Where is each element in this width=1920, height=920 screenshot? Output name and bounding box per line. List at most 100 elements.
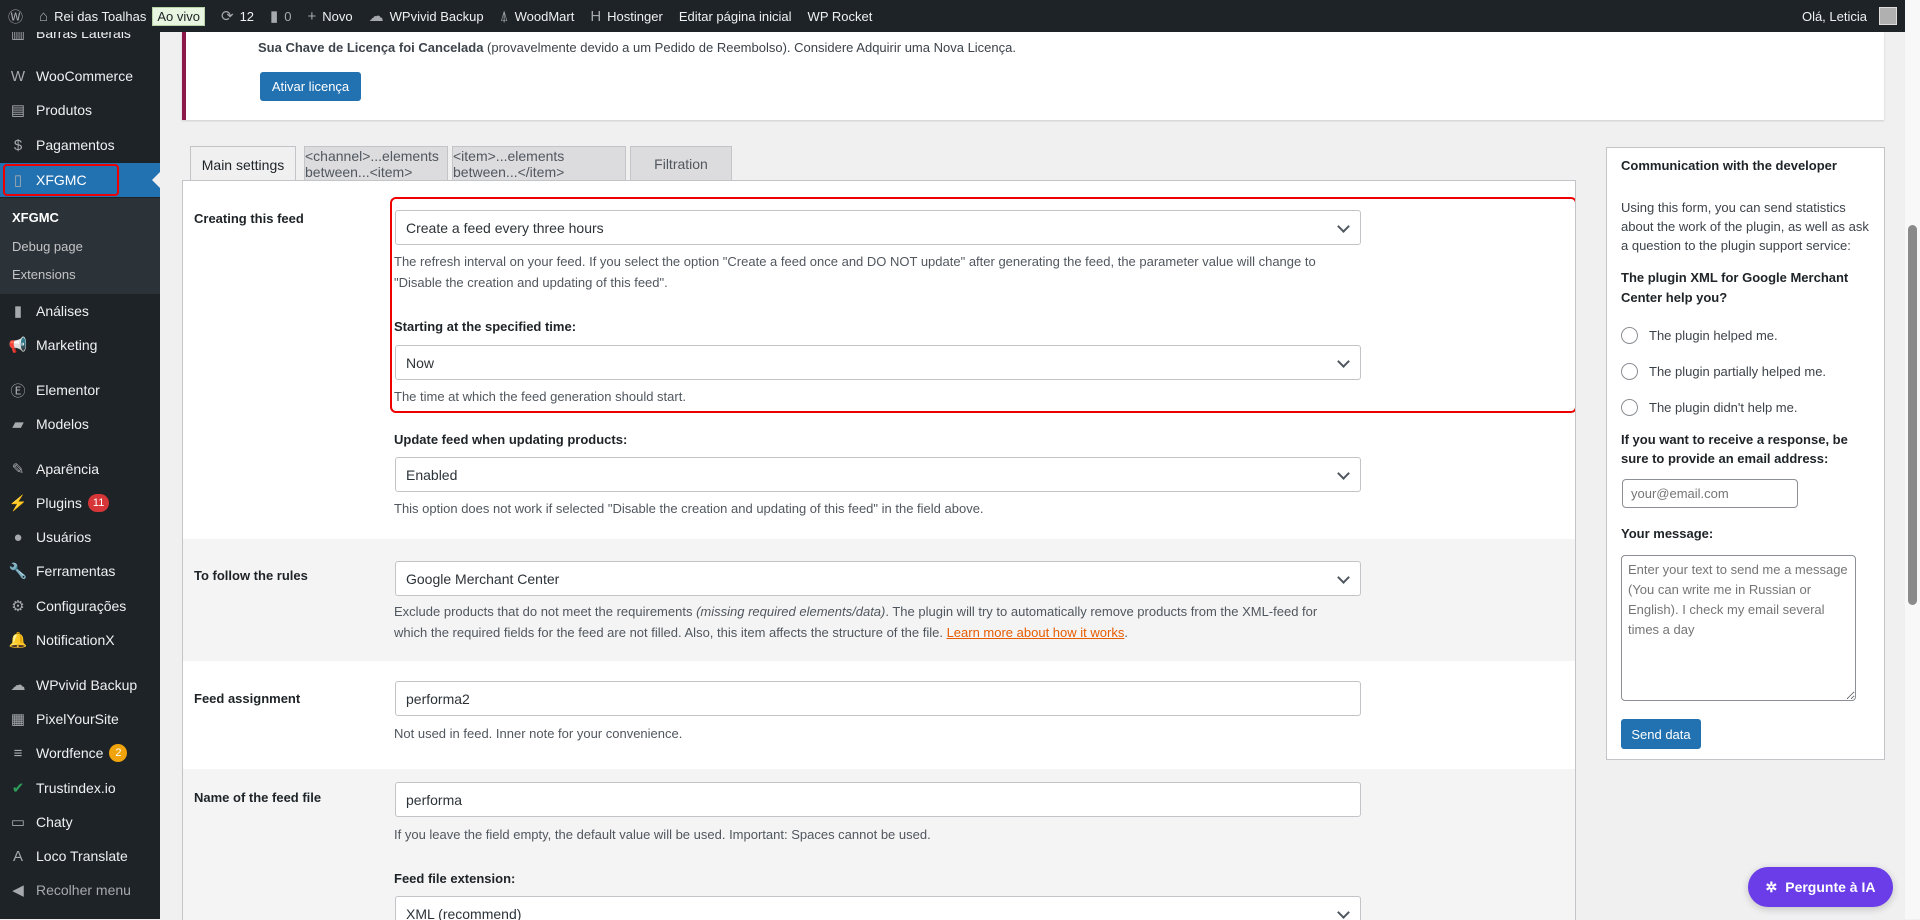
developer-contact-box: Communication with the developer Using t… — [1606, 147, 1885, 760]
row-follow-rules: To follow the rules Google Merchant Cent… — [183, 539, 1575, 661]
learn-more-link[interactable]: Learn more about how it works — [947, 625, 1125, 640]
developer-intro: Using this form, you can send statistics… — [1621, 200, 1869, 253]
sidebar-item-pixelyoursite[interactable]: ▦ PixelYourSite — [0, 702, 160, 736]
ask-ai-button[interactable]: ✲ Pergunte à IA — [1748, 867, 1893, 907]
message-label: Your message: — [1621, 526, 1714, 541]
admin-sidebar: XFGMC Debug page Extensions ▥ Barras Late… — [0, 32, 160, 919]
help-question: The plugin XML for Google Merchant Cente… — [1621, 270, 1849, 305]
scrollbar-thumb[interactable] — [1908, 225, 1917, 605]
sidebar-item-label: PixelYourSite — [36, 711, 119, 727]
new-content-link[interactable]: + Novo — [300, 0, 361, 32]
radio-helped[interactable] — [1621, 327, 1638, 344]
submenu-extensions[interactable]: Extensions — [12, 267, 76, 282]
sidebar-item-produtos[interactable]: ▤ Produtos — [0, 93, 160, 127]
tab-channel-elements[interactable]: <channel>...elements between...<item> — [304, 146, 448, 181]
wrench-icon: 🔧 — [8, 563, 28, 580]
sidebar-item-label: Marketing — [36, 337, 98, 353]
tab-main-settings[interactable]: Main settings — [190, 146, 296, 182]
feed-file-name-description: If you leave the field empty, the defaul… — [394, 827, 931, 842]
sidebar-item-plugins[interactable]: ⚡ Plugins 11 — [0, 486, 160, 520]
user-menu[interactable]: Olá, Leticia — [1794, 0, 1905, 32]
radio-partially-helped[interactable] — [1621, 363, 1638, 380]
sidebar-item-elementor[interactable]: Ⓔ Elementor — [0, 373, 160, 407]
message-textarea[interactable] — [1621, 555, 1856, 701]
notice-text: (provavelmente devido a um Pedido de Ree… — [483, 40, 1016, 55]
follow-rules-label: To follow the rules — [194, 568, 308, 583]
feed-file-name-input[interactable]: performa — [395, 782, 1361, 817]
sidebar-item-an-lises[interactable]: ▮ Análises — [0, 294, 160, 328]
rules-select[interactable]: Google Merchant Center — [395, 561, 1361, 596]
file-extension-select[interactable]: XML (recommend) — [395, 896, 1361, 920]
page-scrollbar[interactable] — [1905, 0, 1920, 919]
sidebar-item-label: Análises — [36, 303, 89, 319]
refresh-icon: ⟳ — [220, 8, 234, 25]
sidebar-item-notificationx[interactable]: 🔔 NotificationX — [0, 623, 160, 657]
check-circle-icon: ✔ — [11, 780, 25, 797]
sidebar-item-label: Configurações — [36, 598, 127, 614]
update-feed-select[interactable]: Enabled — [395, 457, 1361, 492]
feed-assignment-label: Feed assignment — [194, 691, 301, 706]
sidebar-item-wpvivid-backup[interactable]: ☁ WPvivid Backup — [0, 668, 160, 702]
developer-box-title: Communication with the developer — [1621, 158, 1837, 173]
license-notice: Sua Chave de Licença foi Cancelada (prov… — [182, 32, 1884, 120]
wpvivid-link[interactable]: ☁ WPvivid Backup — [361, 0, 492, 32]
sidebar-item-label: Trustindex.io — [36, 780, 116, 796]
cloud-icon: ☁ — [368, 8, 384, 25]
woodmart-link[interactable]: ⍋ WoodMart — [492, 0, 583, 32]
edit-home-link[interactable]: Editar página inicial — [671, 0, 800, 32]
tab-filtration[interactable]: Filtration — [630, 146, 732, 181]
sidebar-item-wordfence[interactable]: ≡ Wordfence 2 — [0, 736, 160, 770]
sidebar-item-configura-es[interactable]: ⚙ Configurações — [0, 589, 160, 623]
plus-icon: + — [307, 7, 317, 25]
settings-icon: ⚙ — [11, 598, 25, 615]
admin-bar: Ⓦ ⌂ Rei das Toalhas Ao vivo ⟳ 12 ▮ 0 + Novo ☁… — [0, 0, 1905, 32]
chat-icon: ▭ — [10, 814, 26, 831]
sidebar-item-loco-translate[interactable]: A Loco Translate — [0, 839, 160, 873]
wordpress-icon: Ⓦ — [8, 8, 24, 26]
notice-title: Sua Chave de Licença foi Cancelada — [258, 40, 484, 55]
sidebar-item-label: Loco Translate — [36, 848, 128, 864]
sidebar-item-ferramentas[interactable]: 🔧 Ferramentas — [0, 554, 160, 588]
sidebar-item-recolher-menu[interactable]: ◀ Recolher menu — [0, 873, 160, 907]
wp-rocket-link[interactable]: WP Rocket — [800, 0, 881, 32]
sidebar-item-label: Modelos — [36, 416, 89, 432]
site-name-link[interactable]: ⌂ Rei das Toalhas Ao vivo — [31, 0, 213, 32]
submenu-debug-page[interactable]: Debug page — [12, 239, 83, 254]
sidebar-item-apar-ncia[interactable]: ✎ Aparência — [0, 452, 160, 486]
row-creating-feed: Creating this feed Create a feed every t… — [183, 181, 1575, 539]
sidebar-item-usu-rios[interactable]: ● Usuários — [0, 520, 160, 554]
sidebar-item-label: WooCommerce — [36, 68, 133, 84]
wordfence-icon: ≡ — [13, 744, 23, 762]
wordpress-logo-button[interactable]: Ⓦ — [0, 0, 31, 32]
collapse-icon: ◀ — [12, 882, 24, 899]
start-time-select[interactable]: Now — [395, 345, 1361, 380]
sidebar-item-marketing[interactable]: 📢 Marketing — [0, 328, 160, 362]
feed-interval-select[interactable]: Create a feed every three hours — [395, 210, 1361, 245]
sidebar-item-label: WPvivid Backup — [36, 677, 138, 693]
sidebar-item-woocommerce[interactable]: W WooCommerce — [0, 59, 160, 93]
email-input[interactable] — [1622, 479, 1798, 508]
sidebar-item-chaty[interactable]: ▭ Chaty — [0, 805, 160, 839]
sidebar-item-barras-laterais[interactable]: ▥ Barras Laterais — [0, 32, 160, 50]
hostinger-link[interactable]: H Hostinger — [582, 0, 670, 32]
elementor-icon: Ⓔ — [10, 382, 26, 400]
submenu-xfgmc[interactable]: XFGMC — [12, 210, 59, 225]
feed-assignment-input[interactable]: performa2 — [395, 681, 1361, 716]
sidebar-item-label: Barras Laterais — [36, 32, 131, 41]
highlight-box — [3, 164, 119, 196]
sidebar-item-xfgmc[interactable]: ▯ XFGMC — [0, 163, 160, 197]
sidebar-item-modelos[interactable]: ▰ Modelos — [0, 407, 160, 441]
send-data-button[interactable]: Send data — [1621, 719, 1701, 749]
comment-icon: ▮ — [270, 8, 279, 25]
sidebar-item-label: Ferramentas — [36, 563, 116, 579]
comments-link[interactable]: ▮ 0 — [262, 0, 300, 32]
bell-icon: 🔔 — [8, 632, 28, 649]
sidebar-item-pagamentos[interactable]: $ Pagamentos — [0, 128, 160, 162]
radio-didnt-help[interactable] — [1621, 399, 1638, 416]
sidebar-item-label: Chaty — [36, 814, 73, 830]
updates-link[interactable]: ⟳ 12 — [213, 0, 262, 32]
tab-item-elements[interactable]: <item>...elements between...</item> — [452, 146, 626, 181]
activate-license-button[interactable]: Ativar licença — [260, 72, 361, 101]
sidebar-item-trustindex-io[interactable]: ✔ Trustindex.io — [0, 771, 160, 805]
cloud-icon: ☁ — [10, 677, 26, 694]
